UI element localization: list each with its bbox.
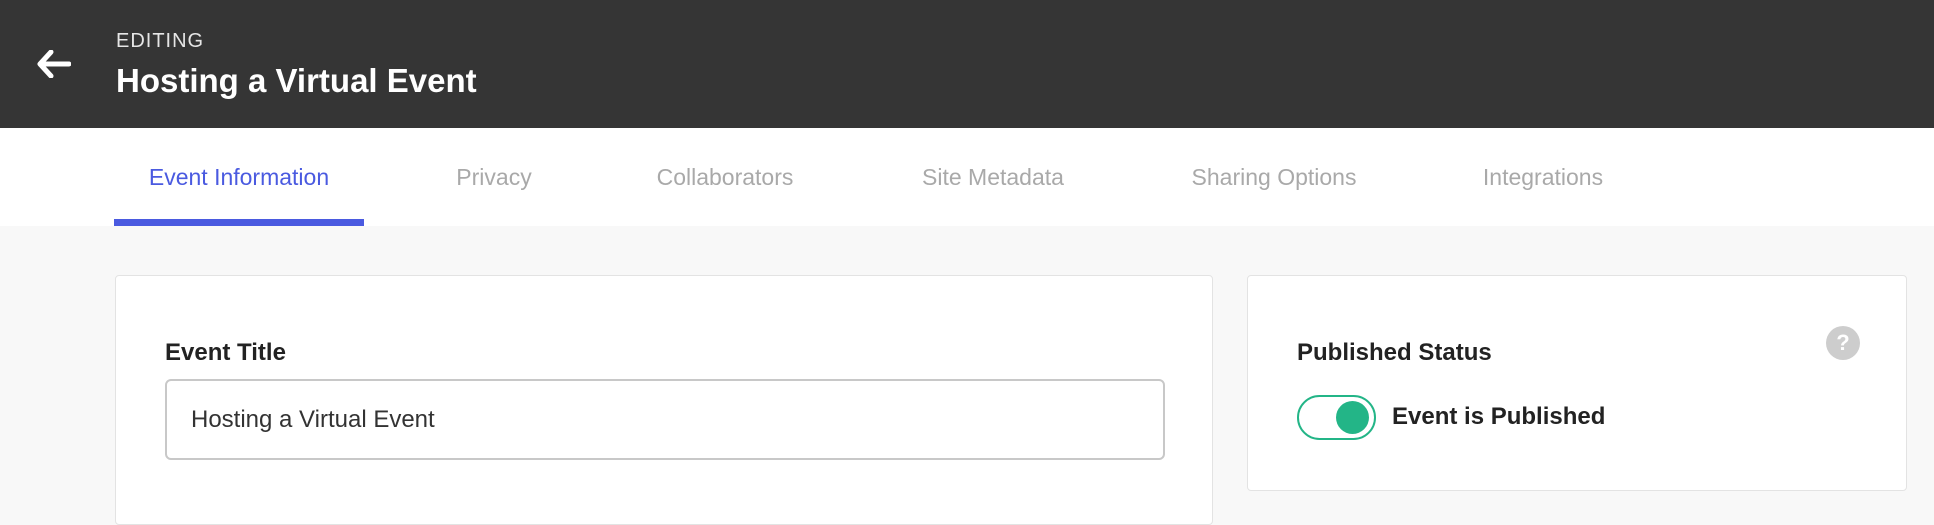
published-status-card: Published Status ? Event is Published xyxy=(1247,275,1907,491)
page-title: Hosting a Virtual Event xyxy=(116,62,477,99)
event-title-label: Event Title xyxy=(165,339,286,366)
event-title-input[interactable] xyxy=(165,379,1165,460)
published-toggle-label: Event is Published xyxy=(1392,403,1606,430)
top-header: EDITING Hosting a Virtual Event xyxy=(0,0,1934,128)
arrow-left-icon xyxy=(37,50,71,78)
question-circle-icon[interactable]: ? xyxy=(1826,326,1860,360)
back-button[interactable] xyxy=(30,44,78,84)
toggle-knob xyxy=(1336,401,1369,434)
tab-site-metadata[interactable]: Site Metadata xyxy=(904,128,1082,226)
tab-event-information[interactable]: Event Information xyxy=(114,128,364,226)
editing-label: EDITING xyxy=(116,30,205,52)
tab-integrations[interactable]: Integrations xyxy=(1465,128,1621,226)
event-title-card: Event Title xyxy=(115,275,1213,525)
published-toggle[interactable] xyxy=(1297,395,1376,440)
tab-collaborators[interactable]: Collaborators xyxy=(640,128,810,226)
published-status-label: Published Status xyxy=(1297,339,1492,366)
tab-sharing-options[interactable]: Sharing Options xyxy=(1176,128,1372,226)
tab-bar: Event Information Privacy Collaborators … xyxy=(0,128,1934,226)
tab-privacy[interactable]: Privacy xyxy=(430,128,558,226)
